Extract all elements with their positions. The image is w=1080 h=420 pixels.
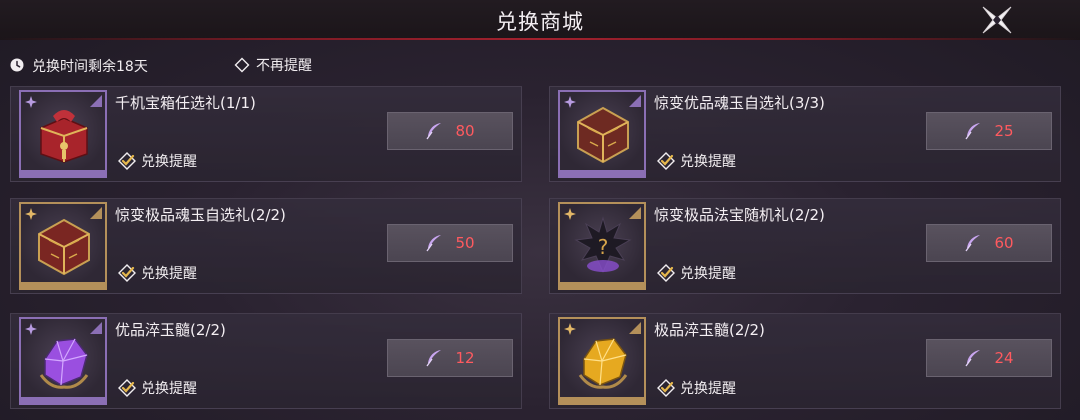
checkmark-diamond-icon[interactable] xyxy=(656,151,676,171)
gold-crystal-icon xyxy=(578,338,628,389)
exchange-remind-toggle[interactable]: 兑换提醒 xyxy=(117,151,197,171)
ornate-gem-box-icon xyxy=(38,218,90,276)
ornate-gem-box-icon xyxy=(577,106,629,164)
checkmark-diamond-icon[interactable] xyxy=(117,263,137,283)
close-icon[interactable] xyxy=(980,4,1014,36)
exchange-remind-toggle[interactable]: 兑换提醒 xyxy=(656,263,736,283)
red-treasure-chest-icon xyxy=(40,110,88,163)
feather-currency-icon xyxy=(965,350,981,367)
shop-item-card[interactable]: ? 惊变极品法宝随机礼(2/2) 兑换提醒 60 xyxy=(549,198,1061,294)
item-icon-frame[interactable] xyxy=(19,317,107,405)
feather-currency-icon xyxy=(426,123,442,140)
clock-icon xyxy=(10,58,24,72)
exchange-price-button[interactable]: 12 xyxy=(387,339,513,377)
close-button[interactable] xyxy=(980,4,1014,36)
exchange-price-button[interactable]: 24 xyxy=(926,339,1052,377)
feather-currency-icon xyxy=(965,235,981,252)
exchange-remind-toggle[interactable]: 兑换提醒 xyxy=(656,378,736,398)
checkmark-diamond-icon[interactable] xyxy=(117,378,137,398)
exchange-remind-toggle[interactable]: 兑换提醒 xyxy=(117,378,197,398)
price-value: 60 xyxy=(994,234,1014,252)
price-value: 12 xyxy=(455,349,475,367)
shop-item-card[interactable]: 千机宝箱任选礼(1/1) 兑换提醒 80 xyxy=(10,86,522,182)
exchange-price-button[interactable]: 60 xyxy=(926,224,1052,262)
shop-item-card[interactable]: 惊变优品魂玉自选礼(3/3) 兑换提醒 25 xyxy=(549,86,1061,182)
exchange-remind-label: 兑换提醒 xyxy=(680,381,736,397)
page-title: 兑换商城 xyxy=(496,10,584,34)
no-remind-toggle[interactable]: 不再提醒 xyxy=(234,54,312,76)
item-name: 优品淬玉髓(2/2) xyxy=(115,321,226,339)
shop-item-card[interactable]: 极品淬玉髓(2/2) 兑换提醒 24 xyxy=(549,313,1061,409)
exchange-price-button[interactable]: 50 xyxy=(387,224,513,262)
item-name: 惊变极品法宝随机礼(2/2) xyxy=(654,206,825,224)
checkmark-diamond-icon[interactable] xyxy=(656,378,676,398)
svg-text:?: ? xyxy=(598,235,609,259)
price-value: 80 xyxy=(455,122,475,140)
item-name: 极品淬玉髓(2/2) xyxy=(654,321,765,339)
time-remaining-text: 兑换时间剩余18天 xyxy=(32,59,148,75)
item-icon-frame[interactable] xyxy=(558,90,646,178)
item-name: 千机宝箱任选礼(1/1) xyxy=(115,94,256,112)
feather-currency-icon xyxy=(426,235,442,252)
exchange-remind-toggle[interactable]: 兑换提醒 xyxy=(656,151,736,171)
item-icon-frame[interactable] xyxy=(19,90,107,178)
exchange-price-button[interactable]: 25 xyxy=(926,112,1052,150)
no-remind-label: 不再提醒 xyxy=(256,58,312,74)
shop-item-card[interactable]: 优品淬玉髓(2/2) 兑换提醒 12 xyxy=(10,313,522,409)
shop-item-card[interactable]: 惊变极品魂玉自选礼(2/2) 兑换提醒 50 xyxy=(10,198,522,294)
price-value: 24 xyxy=(994,349,1014,367)
exchange-remind-label: 兑换提醒 xyxy=(141,154,197,170)
item-icon-frame[interactable] xyxy=(19,202,107,290)
exchange-remind-label: 兑换提醒 xyxy=(141,381,197,397)
feather-currency-icon xyxy=(965,123,981,140)
item-name: 惊变优品魂玉自选礼(3/3) xyxy=(654,94,825,112)
item-name: 惊变极品魂玉自选礼(2/2) xyxy=(115,206,286,224)
purple-crystal-icon xyxy=(39,338,89,389)
price-value: 25 xyxy=(994,122,1014,140)
mystery-artifact-icon: ? xyxy=(574,216,632,274)
price-value: 50 xyxy=(455,234,475,252)
exchange-price-button[interactable]: 80 xyxy=(387,112,513,150)
exchange-remind-toggle[interactable]: 兑换提醒 xyxy=(117,263,197,283)
exchange-remind-label: 兑换提醒 xyxy=(680,154,736,170)
exchange-remind-label: 兑换提醒 xyxy=(141,266,197,282)
item-icon-frame[interactable] xyxy=(558,317,646,405)
exchange-remind-label: 兑换提醒 xyxy=(680,266,736,282)
checkmark-diamond-icon[interactable] xyxy=(656,263,676,283)
checkmark-diamond-icon[interactable] xyxy=(117,151,137,171)
item-icon-frame[interactable]: ? xyxy=(558,202,646,290)
feather-currency-icon xyxy=(426,350,442,367)
diamond-checkbox-icon[interactable] xyxy=(234,57,250,73)
header-bar: 兑换商城 xyxy=(0,0,1080,40)
info-bar: 兑换时间剩余18天 不再提醒 xyxy=(0,48,1080,84)
